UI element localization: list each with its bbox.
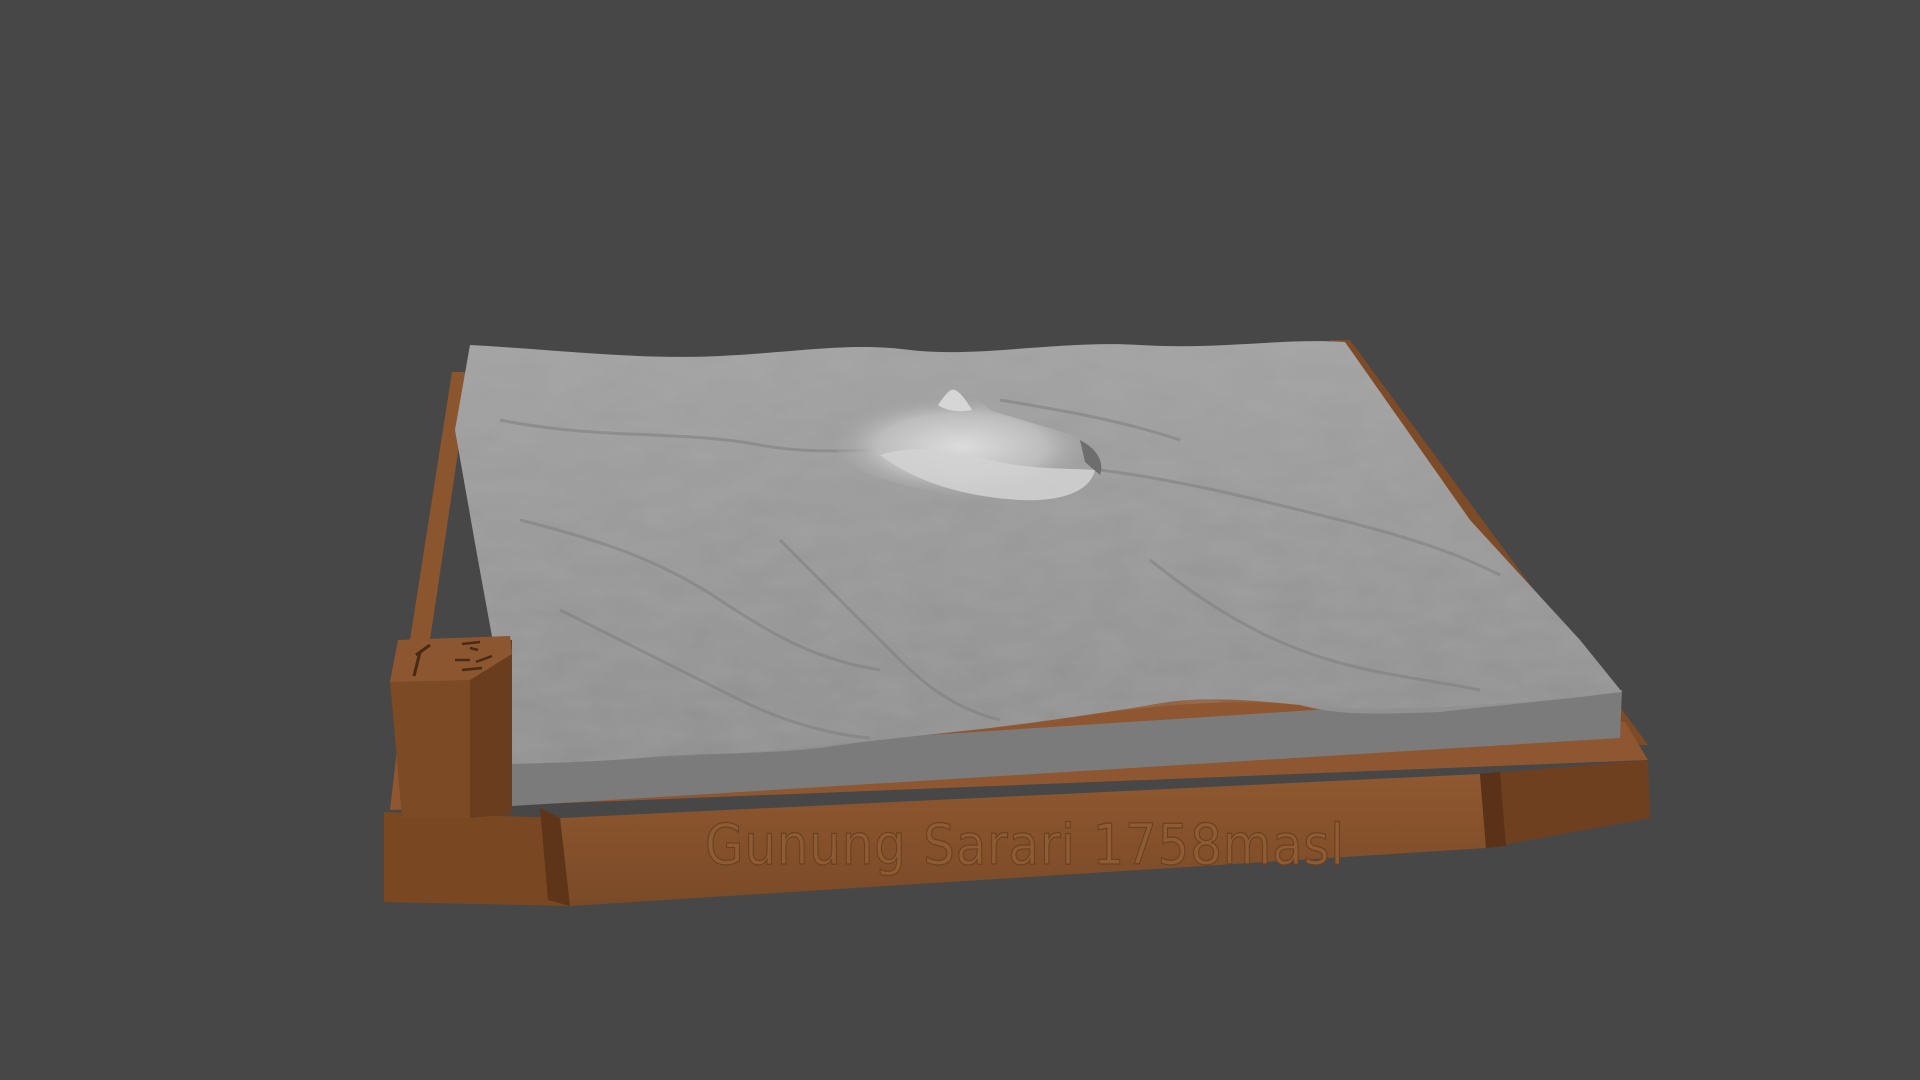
tower-front [390,680,470,818]
3d-viewport[interactable]: Gunung Sarari 1758masl [0,0,1920,1080]
base-engraved-label: Gunung Sarari 1758masl [705,813,1345,878]
terrain-model-scene[interactable]: Gunung Sarari 1758masl [0,0,1920,1080]
base-front-right-chunk [1480,760,1650,848]
